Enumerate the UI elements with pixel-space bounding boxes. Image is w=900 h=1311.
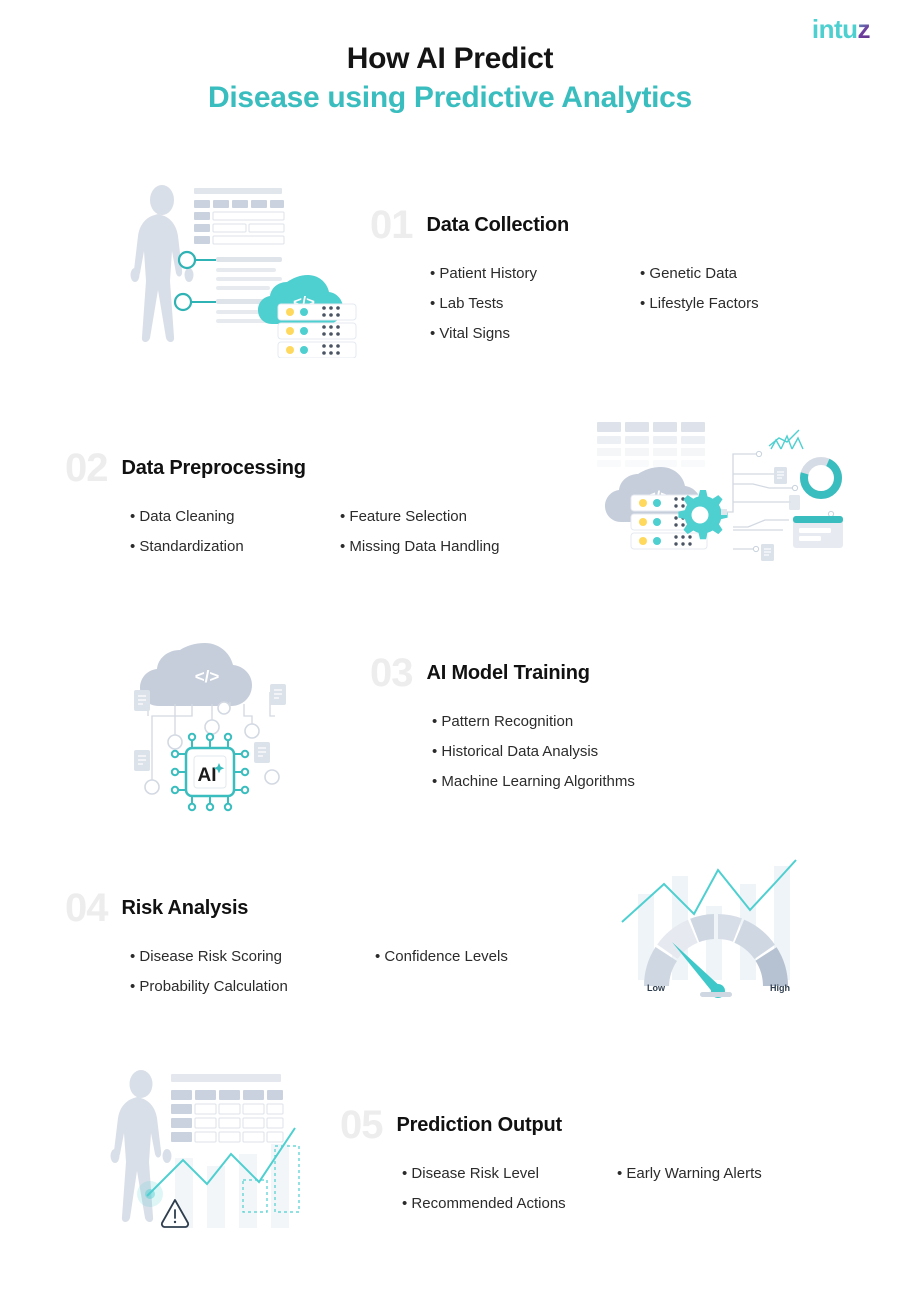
- step-03-illustration: </> AI: [112, 632, 312, 817]
- step-02-number: 02: [65, 446, 108, 490]
- step-01-illustration: </>: [120, 178, 370, 363]
- step-03-bullets: Pattern Recognition Historical Data Anal…: [432, 707, 832, 797]
- cloud-code-icon: </>: [140, 643, 252, 706]
- list-item: Probability Calculation: [130, 972, 375, 1002]
- list-item: Recommended Actions: [402, 1189, 617, 1219]
- step-04: 04 Risk Analysis Disease Risk Scoring Pr…: [65, 888, 550, 1002]
- list-item: Missing Data Handling: [340, 532, 550, 562]
- step-01-title: Data Collection: [426, 213, 570, 236]
- list-item: Pattern Recognition: [432, 707, 832, 737]
- step-03: 03 AI Model Training Pattern Recognition…: [370, 653, 832, 797]
- page-title: How AI Predict Disease using Predictive …: [0, 40, 900, 118]
- step-05-bullets: Disease Risk Level Recommended Actions E…: [402, 1159, 842, 1219]
- background-bars: [175, 1144, 289, 1228]
- server-rack-icon: [277, 303, 357, 359]
- svg-text:</>: </>: [195, 667, 220, 686]
- intuz-logo: intuz: [812, 16, 871, 42]
- step-05-header: 05 Prediction Output: [340, 1105, 842, 1145]
- step-05-illustration: [103, 1062, 323, 1242]
- list-item: Historical Data Analysis: [432, 737, 832, 767]
- step-05-number: 05: [340, 1103, 383, 1147]
- donut-chart-icon: [800, 457, 842, 499]
- step-02-bullets: Data Cleaning Standardization Feature Se…: [130, 502, 550, 562]
- list-item: Disease Risk Scoring: [130, 942, 375, 972]
- list-item: Lifestyle Factors: [640, 289, 830, 319]
- ai-chip-label: AI: [198, 765, 217, 786]
- step-04-header: 04 Risk Analysis: [65, 888, 550, 928]
- list-item: Genetic Data: [640, 259, 830, 289]
- title-line-2: Disease using Predictive Analytics: [208, 80, 692, 114]
- list-item: Vital Signs: [430, 319, 640, 349]
- browser-window-icon: [793, 516, 843, 548]
- list-item: Feature Selection: [340, 502, 550, 532]
- step-04-title: Risk Analysis: [121, 896, 249, 919]
- list-item: Lab Tests: [430, 289, 640, 319]
- gauge-high-label: High: [770, 983, 790, 993]
- list-item: Data Cleaning: [130, 502, 340, 532]
- step-04-illustration: Low High: [600, 858, 830, 1009]
- step-05-title: Prediction Output: [396, 1113, 563, 1136]
- list-item: Patient History: [430, 259, 640, 289]
- gauge-low-label: Low: [647, 983, 666, 993]
- step-05: 05 Prediction Output Disease Risk Level …: [340, 1105, 842, 1219]
- step-01-header: 01 Data Collection: [370, 205, 830, 245]
- list-item: Machine Learning Algorithms: [432, 767, 832, 797]
- list-item: Confidence Levels: [375, 942, 550, 972]
- step-03-title: AI Model Training: [426, 661, 590, 684]
- data-table-graphic: [194, 188, 285, 245]
- step-03-header: 03 AI Model Training: [370, 653, 832, 693]
- infographic-page: intuz How AI Predict Disease using Predi…: [0, 0, 900, 1311]
- data-table-graphic: [171, 1074, 284, 1143]
- ai-chip-icon: AI: [170, 732, 250, 812]
- step-02-illustration: </>: [583, 412, 853, 582]
- step-04-bullets: Disease Risk Scoring Probability Calcula…: [130, 942, 550, 1002]
- step-02: 02 Data Preprocessing Data Cleaning Stan…: [65, 448, 550, 562]
- step-01-bullets: Patient History Lab Tests Vital Signs Ge…: [430, 259, 830, 349]
- gear-icon: [678, 490, 728, 540]
- title-line-1: How AI Predict: [346, 42, 554, 75]
- step-02-header: 02 Data Preprocessing: [65, 448, 550, 488]
- step-04-number: 04: [65, 886, 108, 930]
- list-item: Early Warning Alerts: [617, 1159, 817, 1189]
- step-01-number: 01: [370, 203, 413, 247]
- step-01: 01 Data Collection Patient History Lab T…: [370, 205, 830, 349]
- list-item: Disease Risk Level: [402, 1159, 617, 1189]
- step-03-number: 03: [370, 651, 413, 695]
- faded-table-graphic: [597, 422, 705, 467]
- connector-node-upper: [177, 250, 282, 290]
- list-item: Standardization: [130, 532, 340, 562]
- step-02-title: Data Preprocessing: [121, 456, 306, 479]
- mini-line-chart-icon: [768, 429, 804, 450]
